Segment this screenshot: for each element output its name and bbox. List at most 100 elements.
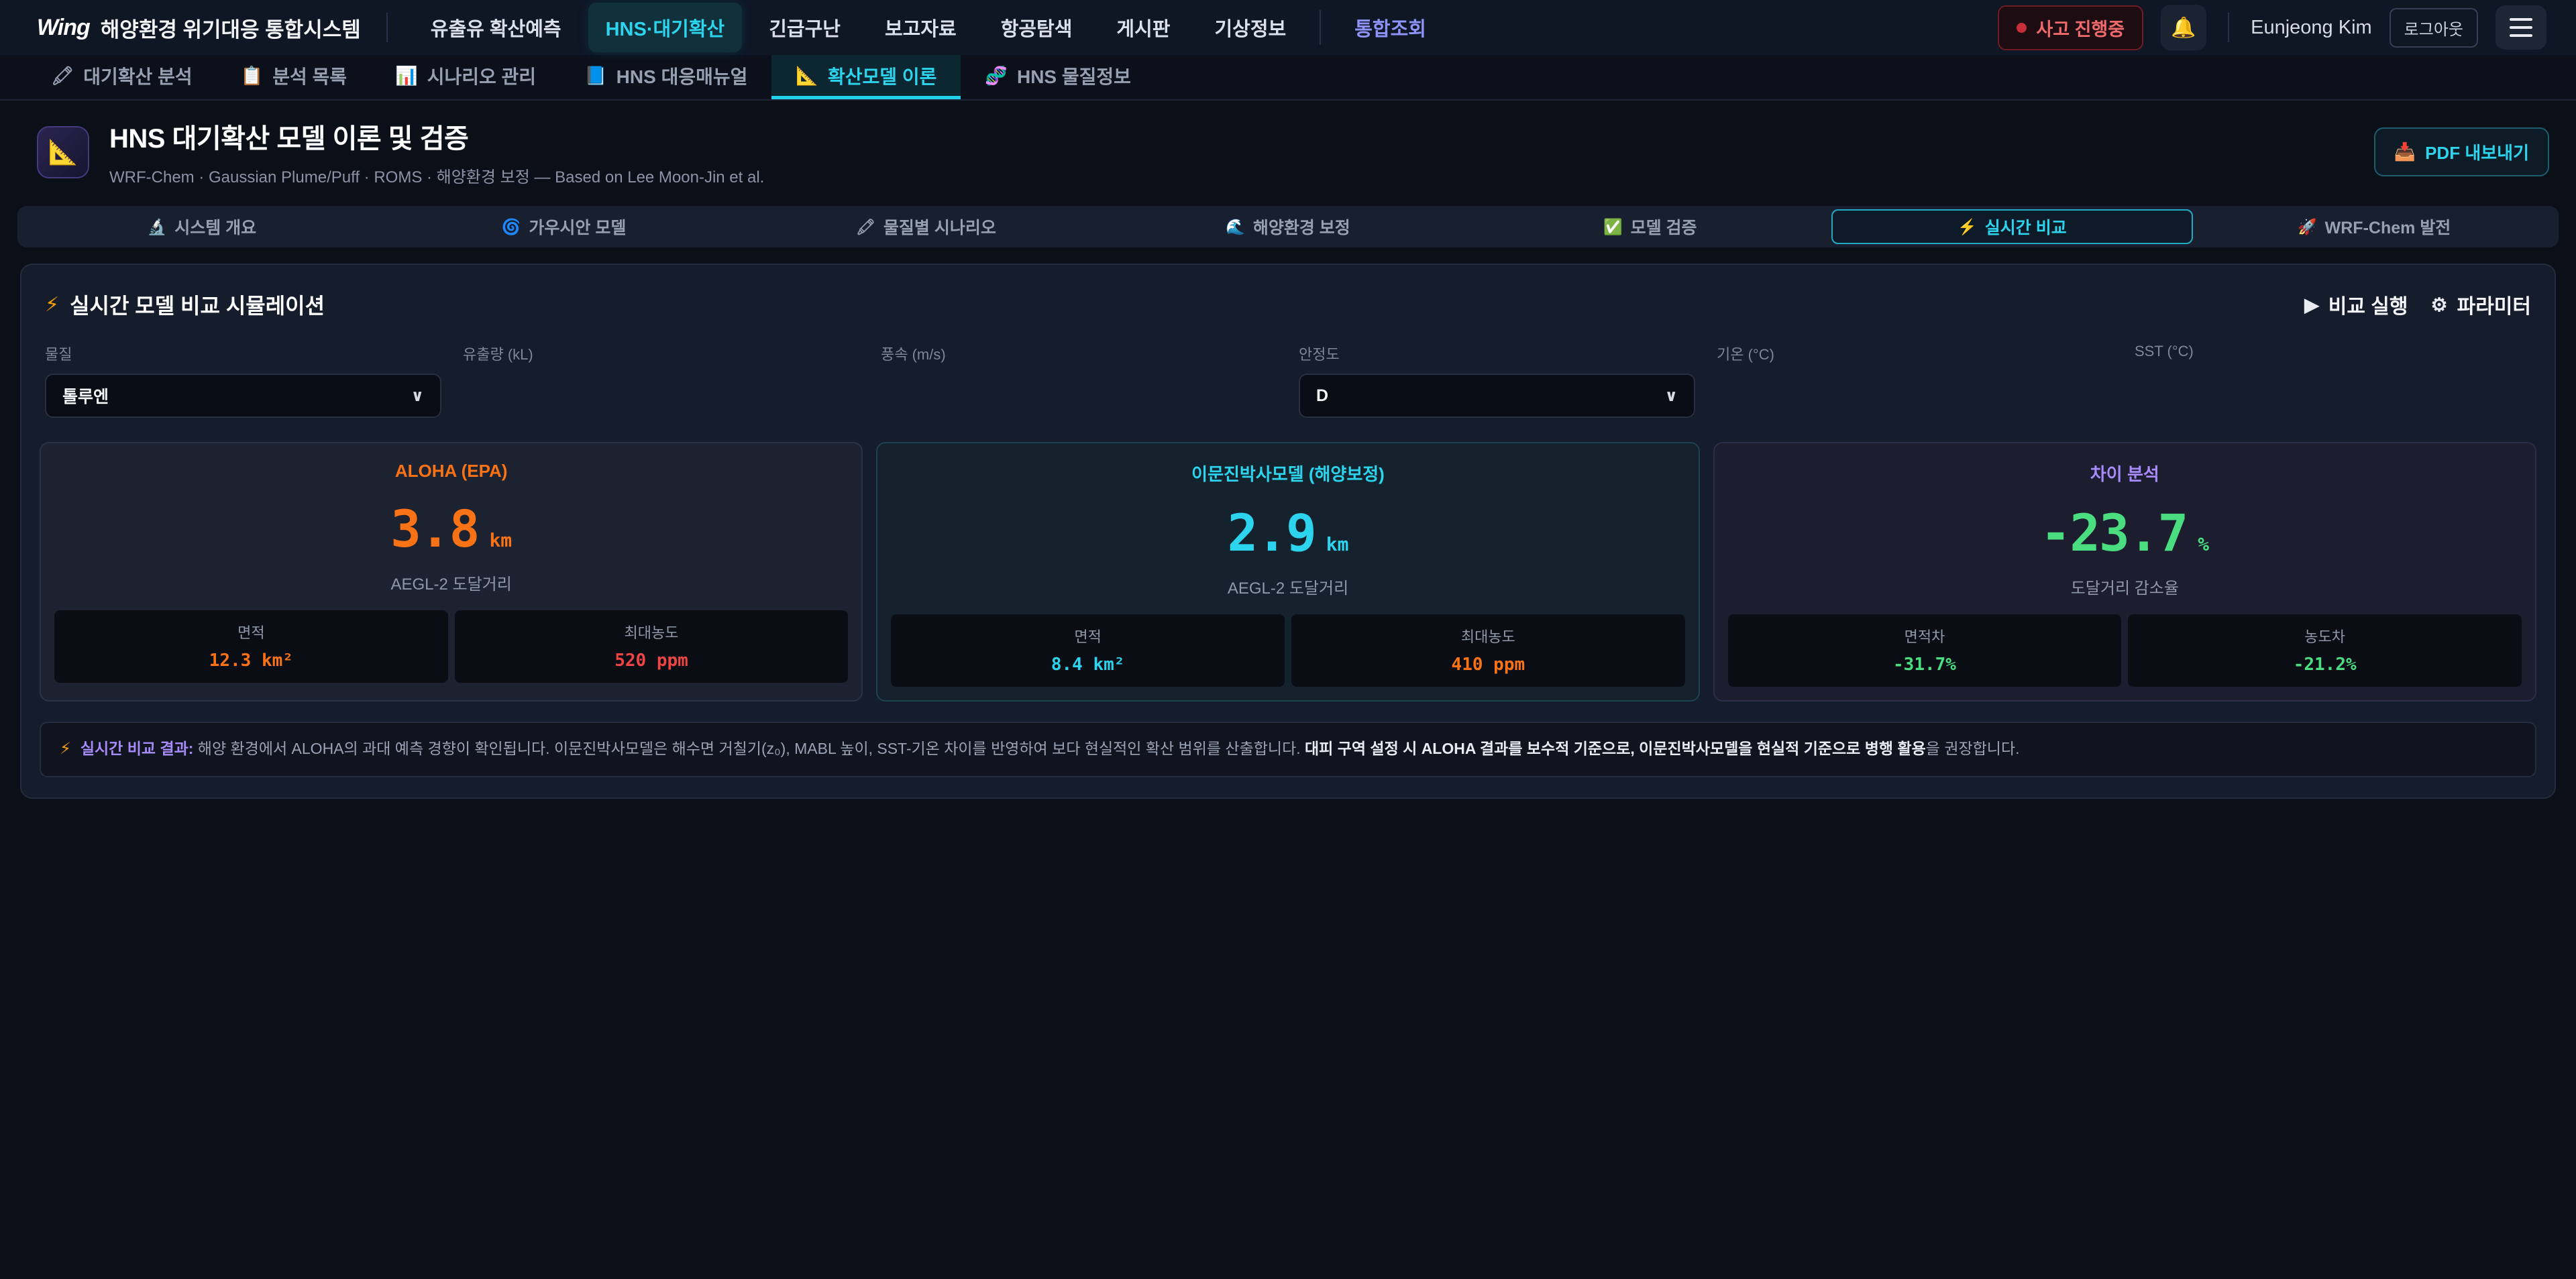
substance-field: 물질 톨루엔 ∨ — [45, 343, 441, 418]
dna-icon: 🧬 — [985, 65, 1008, 87]
section-item-label: 해양환경 보정 — [1253, 215, 1350, 239]
section-item-gaussian-model[interactable]: 🌀 가우시안 모델 — [383, 209, 745, 244]
area-stat: 면적 8.4 km² — [891, 614, 1285, 687]
substance-label: 물질 — [45, 343, 441, 364]
hamburger-icon — [2510, 18, 2532, 21]
top-bar: Wing 해양환경 위기대응 통합시스템 유출유 확산예측 HNS·대기확산 긴… — [0, 0, 2576, 55]
hamburger-menu-button[interactable] — [2496, 5, 2546, 50]
sst-field: SST (°C) — [2135, 343, 2531, 418]
section-item-substance-scenarios[interactable]: 🖍 물질별 시나리오 — [745, 209, 1107, 244]
card-title: 차이 분석 — [1728, 461, 2522, 486]
page-header: 📐 HNS 대기확산 모델 이론 및 검증 WRF-Chem · Gaussia… — [0, 101, 2576, 201]
lightning-icon: ⚡ — [45, 293, 59, 317]
triangle-ruler-icon: 📐 — [48, 138, 78, 166]
nav-item-board[interactable]: 게시판 — [1099, 3, 1187, 52]
card-value-row: -23.7 % — [1728, 503, 2522, 563]
note-body-bold: 대피 구역 설정 시 ALOHA 결과를 보수적 기준으로, 이문진박사모델을 … — [1305, 740, 1926, 757]
substance-select[interactable]: 톨루엔 ∨ — [45, 374, 441, 418]
section-item-wrf-chem[interactable]: 🚀 WRF-Chem 발전 — [2193, 209, 2555, 244]
stat-value: 520 ppm — [462, 651, 842, 671]
nav-item-reports[interactable]: 보고자료 — [867, 3, 974, 52]
spill-volume-label: 유출량 (kL) — [463, 343, 859, 364]
air-temp-input[interactable] — [1717, 374, 2113, 418]
microscope-icon: 🔬 — [148, 218, 167, 236]
stat-value: 8.4 km² — [898, 655, 1278, 675]
card-value-row: 2.9 km — [891, 503, 1684, 563]
difference-analysis-card: 차이 분석 -23.7 % 도달거리 감소율 면적차 -31.7% 농도차 -2… — [1713, 442, 2536, 702]
run-comparison-button[interactable]: ▶ 비교 실행 — [2304, 290, 2408, 319]
stability-field: 안정도 D ∨ — [1299, 343, 1695, 418]
incident-status-badge[interactable]: 사고 진행중 — [1998, 5, 2143, 50]
parameters-label: 파라미터 — [2457, 290, 2531, 319]
nav-item-aerial-search[interactable]: 항공탐색 — [983, 3, 1090, 52]
sub-tab-bar: 🖍 대기확산 분석 📋 분석 목록 📊 시나리오 관리 📘 HNS 대응매뉴얼 … — [0, 55, 2576, 101]
download-tray-icon: 📥 — [2394, 142, 2416, 162]
tab-label: HNS 물질정보 — [1017, 62, 1131, 89]
user-name: Eunjeong Kim — [2251, 17, 2372, 39]
page-header-icon-box: 📐 — [37, 126, 89, 178]
wind-speed-input[interactable] — [881, 374, 1277, 418]
area-difference-stat: 면적차 -31.7% — [1728, 614, 2122, 687]
tab-hns-response-manual[interactable]: 📘 HNS 대응매뉴얼 — [560, 55, 771, 99]
section-item-label: 실시간 비교 — [1985, 215, 2067, 239]
main-nav: 유출유 확산예측 HNS·대기확산 긴급구난 보고자료 항공탐색 게시판 기상정… — [413, 3, 1444, 52]
sst-label: SST (°C) — [2135, 343, 2531, 360]
section-item-label: 시스템 개요 — [174, 215, 256, 239]
stat-label: 농도차 — [2135, 625, 2515, 647]
card-caption: AEGL-2 도달거리 — [891, 575, 1684, 598]
section-item-model-validation[interactable]: ✅ 모델 검증 — [1469, 209, 1831, 244]
tab-air-dispersion-analysis[interactable]: 🖍 대기확산 분석 — [27, 55, 217, 99]
stability-select[interactable]: D ∨ — [1299, 374, 1695, 418]
wave-icon: 🌊 — [1226, 218, 1245, 236]
card-value: 2.9 — [1227, 503, 1315, 563]
nav-item-hns-dispersion[interactable]: HNS·대기확산 — [588, 3, 743, 52]
air-temp-label: 기온 (°C) — [1717, 343, 2113, 364]
lightning-icon: ⚡ — [60, 738, 71, 761]
notification-bell-button[interactable]: 🔔 — [2161, 5, 2206, 50]
section-item-realtime-comparison[interactable]: ⚡ 실시간 비교 — [1831, 209, 2194, 244]
card-value: 3.8 — [390, 499, 478, 559]
card-value: -23.7 — [2041, 503, 2188, 563]
tab-scenario-management[interactable]: 📊 시나리오 관리 — [371, 55, 560, 99]
check-icon: ✅ — [1603, 218, 1623, 236]
run-comparison-label: 비교 실행 — [2328, 290, 2408, 319]
nav-item-weather[interactable]: 기상정보 — [1197, 3, 1303, 52]
stat-label: 면적 — [898, 625, 1278, 647]
tab-label: 시나리오 관리 — [427, 62, 536, 89]
logout-button[interactable]: 로그아웃 — [2390, 8, 2478, 48]
card-unit: % — [2198, 533, 2209, 555]
aloha-result-card: ALOHA (EPA) 3.8 km AEGL-2 도달거리 면적 12.3 k… — [40, 442, 863, 702]
bar-chart-icon: 📊 — [395, 65, 418, 87]
stat-label: 면적 — [61, 621, 441, 643]
section-item-marine-correction[interactable]: 🌊 해양환경 보정 — [1107, 209, 1469, 244]
area-stat: 면적 12.3 km² — [54, 610, 448, 683]
section-item-system-overview[interactable]: 🔬 시스템 개요 — [21, 209, 383, 244]
wind-speed-field: 풍속 (m/s) — [881, 343, 1277, 418]
rocket-icon: 🚀 — [2298, 218, 2317, 236]
nav-divider — [1320, 10, 1321, 45]
blue-book-icon: 📘 — [584, 65, 607, 87]
tab-hns-substance-info[interactable]: 🧬 HNS 물질정보 — [961, 55, 1155, 99]
tab-label: HNS 대응매뉴얼 — [616, 62, 748, 89]
tab-analysis-list[interactable]: 📋 분석 목록 — [217, 55, 371, 99]
comparison-result-note: ⚡ 실시간 비교 결과: 해양 환경에서 ALOHA의 과대 예측 경향이 확인… — [40, 722, 2536, 777]
incident-dot-icon — [2017, 23, 2027, 33]
card-stats: 면적 12.3 km² 최대농도 520 ppm — [54, 610, 848, 683]
pdf-export-button[interactable]: 📥 PDF 내보내기 — [2374, 127, 2549, 176]
tab-label: 대기확산 분석 — [83, 62, 192, 89]
spill-volume-input[interactable] — [463, 374, 859, 418]
logo[interactable]: Wing 해양환경 위기대응 통합시스템 — [37, 13, 361, 43]
crayon-icon: 🖍 — [51, 65, 74, 87]
parameters-button[interactable]: ⚙ 파라미터 — [2430, 290, 2531, 319]
nav-item-integrated-search[interactable]: 통합조회 — [1337, 3, 1444, 52]
nav-item-rescue[interactable]: 긴급구난 — [751, 3, 858, 52]
tab-dispersion-model-theory[interactable]: 📐 확산모델 이론 — [771, 55, 961, 99]
sst-input[interactable] — [2135, 370, 2531, 414]
card-stats: 면적 8.4 km² 최대농도 410 ppm — [891, 614, 1684, 687]
wind-speed-label: 풍속 (m/s) — [881, 343, 1277, 364]
stat-value: 12.3 km² — [61, 651, 441, 671]
page-header-titles: HNS 대기확산 모델 이론 및 검증 WRF-Chem · Gaussian … — [109, 117, 764, 187]
nav-item-oil-spill[interactable]: 유출유 확산예측 — [413, 3, 579, 52]
panel-title: ⚡ 실시간 모델 비교 시뮬레이션 — [45, 289, 325, 320]
concentration-difference-stat: 농도차 -21.2% — [2128, 614, 2522, 687]
